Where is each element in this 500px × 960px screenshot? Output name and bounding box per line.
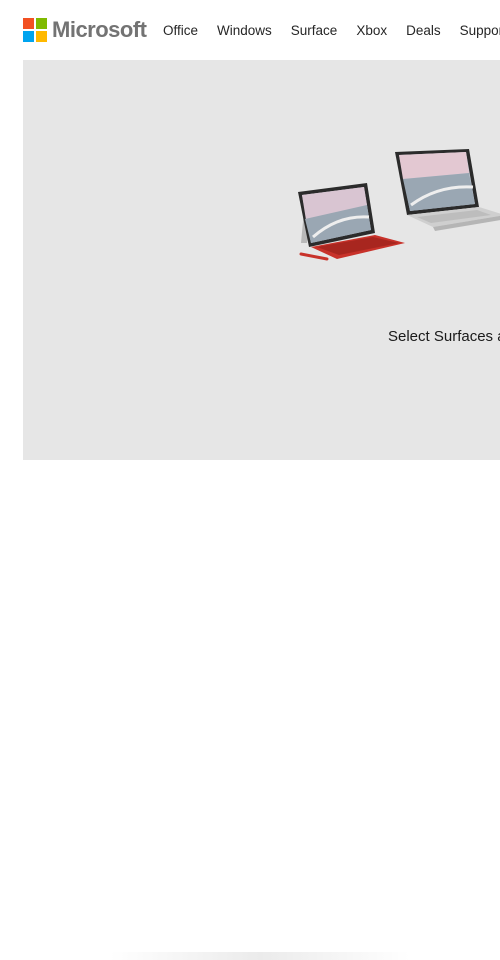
nav-item-surface[interactable]: Surface — [291, 22, 338, 40]
microsoft-logo-icon — [23, 18, 47, 42]
site-header: Microsoft Office Windows Surface Xbox De… — [0, 0, 500, 60]
surface-devices-image — [298, 149, 500, 261]
nav-item-deals[interactable]: Deals — [406, 22, 441, 40]
content-below-hero — [0, 460, 500, 960]
nav-item-xbox[interactable]: Xbox — [356, 22, 387, 40]
hero-headline: Select Surfaces ar — [388, 328, 500, 345]
nav-item-support[interactable]: Support — [460, 22, 500, 40]
faint-divider — [110, 952, 410, 960]
top-nav: Office Windows Surface Xbox Deals Suppor… — [163, 22, 500, 40]
surface-book-device — [395, 149, 500, 231]
microsoft-logo-link[interactable]: Microsoft — [23, 17, 147, 43]
hero-banner[interactable]: Select Surfaces ar — [23, 60, 500, 460]
brand-name: Microsoft — [52, 17, 147, 42]
surface-pro-device — [298, 183, 405, 261]
nav-item-office[interactable]: Office — [163, 22, 198, 40]
nav-item-windows[interactable]: Windows — [217, 22, 272, 40]
